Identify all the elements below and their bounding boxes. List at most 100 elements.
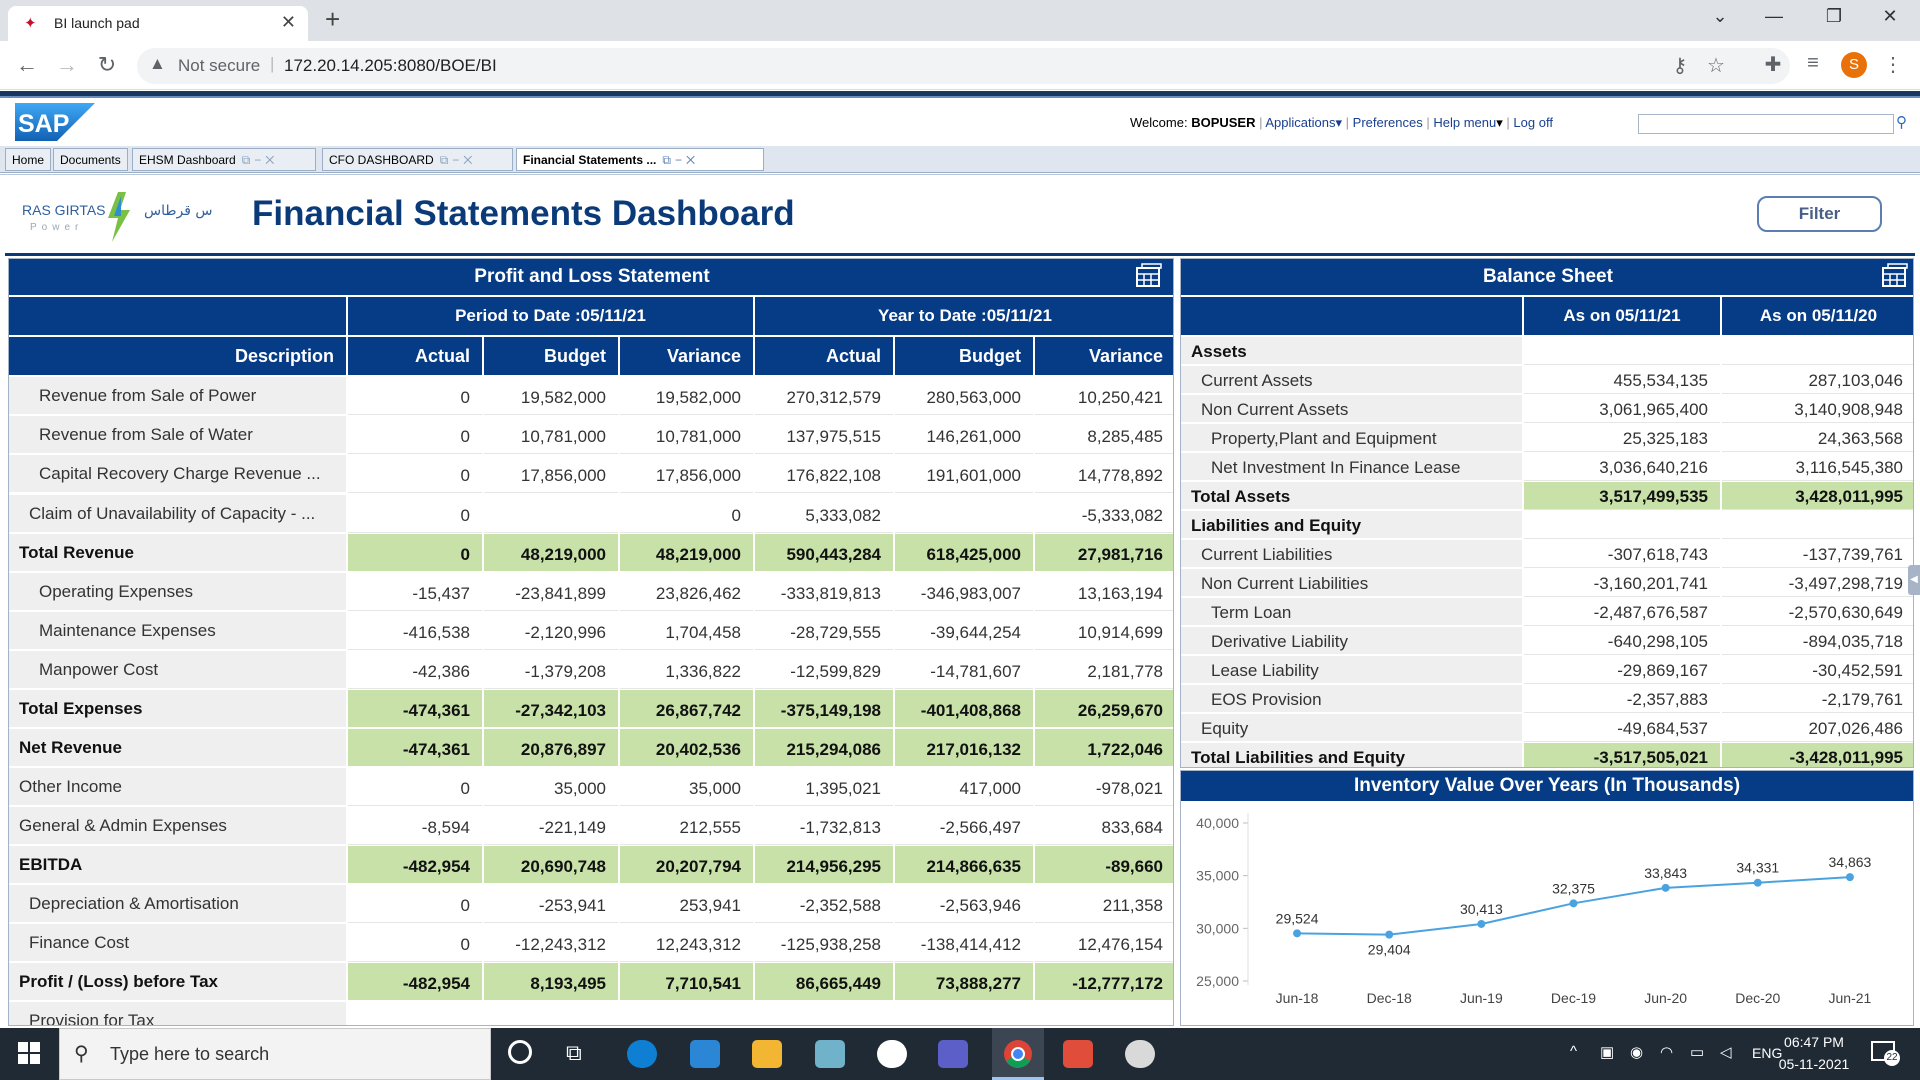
reload-icon[interactable]: ↻ <box>93 52 121 78</box>
new-tab-button[interactable]: + <box>325 4 340 35</box>
pl-col-description: Description <box>9 337 346 375</box>
pl-cell: 833,684 <box>1035 807 1173 845</box>
x-tick-label: Dec-18 <box>1367 990 1412 1006</box>
pl-cell <box>620 1002 753 1025</box>
app-icon[interactable] <box>1063 1040 1093 1068</box>
preferences-link[interactable]: Preferences <box>1353 115 1423 130</box>
pl-cell: 212,555 <box>620 807 753 845</box>
browser-tab[interactable]: ✦ BI launch pad ✕ <box>8 6 308 41</box>
bs-cell-current: -49,684,537 <box>1524 714 1720 742</box>
bs-header: Balance Sheet <box>1181 259 1913 295</box>
taskbar-search[interactable]: ⚲ Type here to search <box>59 1028 491 1080</box>
logoff-link[interactable]: Log off <box>1513 115 1553 130</box>
tab-search-icon[interactable]: ⌄ <box>1700 6 1740 27</box>
pl-cell: 0 <box>348 455 482 493</box>
warning-icon: ▲ <box>149 54 166 73</box>
search-icon[interactable]: ⚲ <box>1896 113 1907 131</box>
file-explorer-icon[interactable] <box>752 1040 782 1068</box>
close-tab-icon[interactable]: ✕ <box>281 12 296 33</box>
bs-cell-current: 455,534,135 <box>1524 366 1720 394</box>
bs-row-description: Net Investment In Finance Lease <box>1181 453 1522 481</box>
pl-row-description: Net Revenue <box>9 729 346 767</box>
clock-date[interactable]: 05-11-2021 <box>1774 1056 1854 1072</box>
pl-row-description: Manpower Cost <box>9 651 346 689</box>
pl-cell: 0 <box>620 495 753 533</box>
app-icon[interactable] <box>815 1040 845 1068</box>
address-bar[interactable]: ▲ Not secure | 172.20.14.205:8080/BOE/BI… <box>137 48 1790 84</box>
minimize-button[interactable]: — <box>1754 6 1794 27</box>
tab-cfo-dashboard[interactable]: CFO DASHBOARD ⧉−✕ <box>322 148 513 171</box>
pl-cell: -89,660 <box>1035 846 1173 884</box>
export-table-icon[interactable] <box>1881 263 1909 289</box>
mail-icon[interactable] <box>690 1040 720 1068</box>
bs-cell-current: 3,036,640,216 <box>1524 453 1720 481</box>
tab-controls-icon[interactable]: ⧉−✕ <box>440 153 477 167</box>
pl-row-description: EBITDA <box>9 846 346 884</box>
y-tick-label: 25,000 <box>1196 973 1239 989</box>
battery-icon[interactable]: ▭ <box>1690 1043 1704 1061</box>
help-menu[interactable]: Help menu <box>1433 115 1496 130</box>
bs-cell-prior: -2,179,761 <box>1722 685 1913 713</box>
task-view-icon[interactable]: ⧉ <box>566 1040 582 1066</box>
pl-cell: -5,333,082 <box>1035 495 1173 533</box>
bs-cell-current <box>1524 337 1720 365</box>
pl-cell: -346,983,007 <box>895 573 1033 611</box>
close-window-button[interactable]: ✕ <box>1870 6 1910 27</box>
export-table-icon[interactable] <box>1135 263 1163 289</box>
cortana-icon[interactable] <box>508 1040 532 1064</box>
pl-col-ptd-variance: Variance <box>620 337 753 375</box>
pl-row: Operating Expenses -15,437 -23,841,899 23,8… <box>9 573 1173 612</box>
boe-search-input[interactable] <box>1638 114 1894 134</box>
y-tick-label: 40,000 <box>1196 815 1239 831</box>
wifi-icon[interactable]: ◠ <box>1660 1043 1673 1061</box>
bs-title: Balance Sheet <box>1483 266 1613 287</box>
pl-cell: 191,601,000 <box>895 455 1033 493</box>
help-dropdown-icon[interactable]: ▾ <box>1496 115 1503 130</box>
chrome-taskbar-active[interactable] <box>992 1028 1044 1080</box>
tray-icon[interactable]: ◉ <box>1630 1043 1643 1061</box>
menu-icon[interactable]: ⋮ <box>1880 52 1906 77</box>
profile-avatar[interactable]: S <box>1841 52 1867 78</box>
tab-financial-statements[interactable]: Financial Statements ... ⧉−✕ <box>516 148 764 171</box>
extensions-icon[interactable]: ✚ <box>1760 52 1786 77</box>
tab-documents[interactable]: Documents <box>53 148 128 171</box>
bs-cell-prior: -3,428,011,995 <box>1722 743 1913 767</box>
forward-icon[interactable]: → <box>53 52 81 78</box>
bs-row-description: Non Current Liabilities <box>1181 569 1522 597</box>
pl-row: Revenue from Sale of Power 0 19,582,000 19,… <box>9 377 1173 416</box>
tab-controls-icon[interactable]: ⧉−✕ <box>242 153 279 167</box>
media-icon[interactable]: ≡ <box>1800 52 1826 75</box>
balance-sheet-table: Balance Sheet As on 05/11/21 As on 05/11… <box>1180 258 1914 768</box>
pl-col-ytd-actual: Actual <box>755 337 893 375</box>
bs-row-description: Total Liabilities and Equity <box>1181 743 1522 767</box>
tray-chevron-icon[interactable]: ^ <box>1570 1043 1577 1060</box>
app-icon[interactable] <box>1125 1040 1155 1068</box>
windows-start-icon[interactable] <box>18 1042 40 1064</box>
pl-cell: -12,599,829 <box>755 651 893 689</box>
bs-cell-current: -307,618,743 <box>1524 540 1720 568</box>
app-icon[interactable] <box>877 1040 907 1068</box>
tray-icon[interactable]: ▣ <box>1600 1043 1614 1061</box>
key-icon[interactable]: ⚷ <box>1667 53 1693 78</box>
volume-icon[interactable]: ◁ <box>1720 1043 1732 1061</box>
company-logo-graphic: RAS GIRTAS Power رأس قرطاس <box>22 192 223 242</box>
pl-cell <box>1035 1002 1173 1025</box>
tab-ehsm-dashboard[interactable]: EHSM Dashboard ⧉−✕ <box>132 148 316 171</box>
bs-row: Equity -49,684,537 207,026,486 <box>1181 714 1913 743</box>
bs-cell-current: 3,517,499,535 <box>1524 482 1720 510</box>
pl-cell <box>755 1002 893 1025</box>
clock-time[interactable]: 06:47 PM <box>1774 1034 1854 1050</box>
bookmark-star-icon[interactable]: ☆ <box>1703 53 1729 78</box>
edge-icon[interactable] <box>627 1040 657 1068</box>
notification-icon[interactable]: 22 <box>1870 1040 1900 1066</box>
tab-home[interactable]: Home <box>5 148 52 171</box>
tab-controls-icon[interactable]: ⧉−✕ <box>662 153 699 167</box>
back-icon[interactable]: ← <box>13 52 41 78</box>
collapse-panel-handle[interactable]: ◀ <box>1908 565 1920 595</box>
applications-menu[interactable]: Applications <box>1265 115 1335 130</box>
bs-row: Non Current Liabilities -3,160,201,741 -3,… <box>1181 569 1913 598</box>
maximize-button[interactable]: ❐ <box>1814 6 1854 27</box>
teams-icon[interactable] <box>938 1040 968 1068</box>
filter-button[interactable]: Filter <box>1757 196 1882 232</box>
applications-dropdown-icon[interactable]: ▾ <box>1336 115 1343 130</box>
